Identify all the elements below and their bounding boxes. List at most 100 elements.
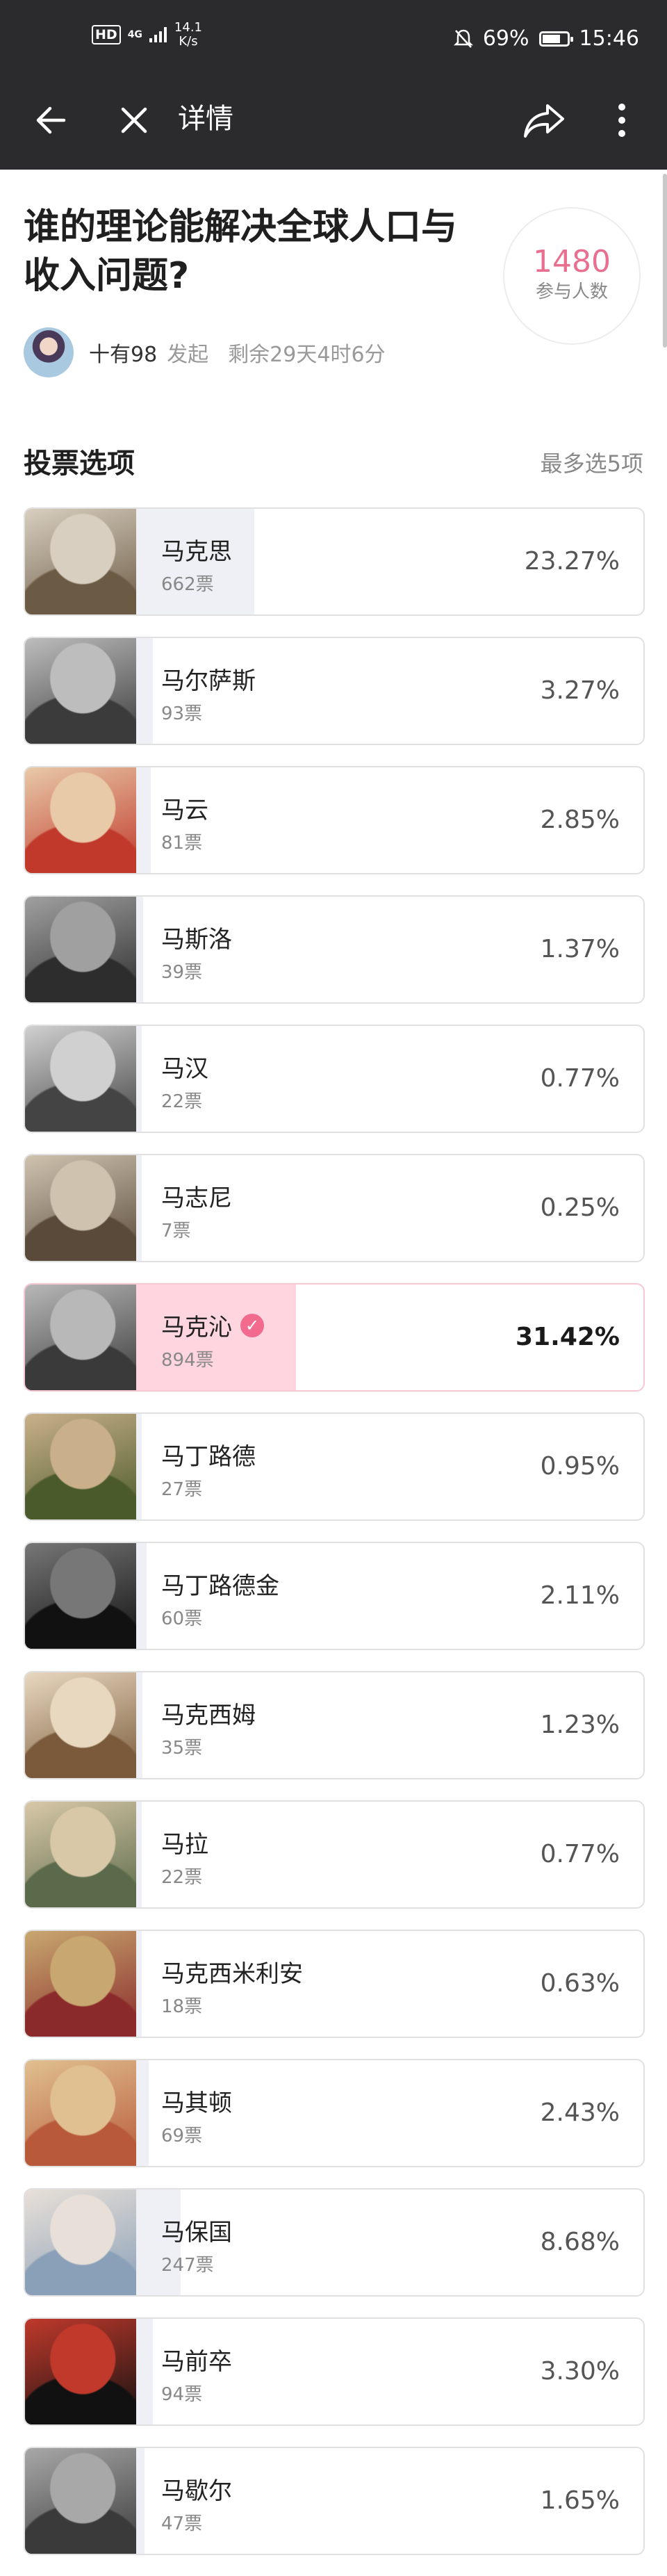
vote-share-bar (136, 897, 143, 1002)
network-speed-unit: K/s (179, 34, 198, 49)
option-votes: 69票 (161, 2126, 203, 2146)
candidate-photo (25, 1931, 136, 2037)
option-percent: 1.37% (540, 935, 620, 963)
vote-share-bar (136, 1155, 142, 1261)
status-left: HD 4G 14.1 K/s (92, 21, 202, 49)
participant-count-label: 参与人数 (535, 282, 608, 302)
back-arrow-icon[interactable] (33, 103, 68, 138)
vote-option[interactable]: 马其顿 69票 2.43% (24, 2059, 645, 2167)
option-percent: 0.95% (540, 1452, 620, 1481)
candidate-photo (25, 897, 136, 1002)
candidate-photo (25, 1285, 136, 1390)
option-name: 马斯洛 (161, 926, 232, 954)
share-icon[interactable] (522, 101, 566, 139)
vote-option[interactable]: 马斯洛 39票 1.37% (24, 895, 645, 1004)
scrollbar[interactable] (663, 174, 667, 348)
option-votes: 22票 (161, 1867, 203, 1888)
nav-bar: 详情 (0, 76, 667, 170)
vote-option[interactable]: 马云 81票 2.85% (24, 766, 645, 874)
option-votes: 81票 (161, 833, 203, 854)
option-name-row: 马歇尔 (161, 2472, 232, 2506)
vote-share-bar (136, 1543, 147, 1649)
candidate-photo (25, 509, 136, 614)
option-votes: 47票 (161, 2513, 203, 2534)
option-votes: 27票 (161, 1479, 203, 1500)
candidate-photo (25, 2060, 136, 2166)
option-name-row: 马拉 (161, 1825, 208, 1859)
candidate-photo (25, 1672, 136, 1778)
vote-share-bar (136, 2319, 153, 2424)
battery-icon (538, 31, 573, 47)
vote-option[interactable]: 马汉 22票 0.77% (24, 1025, 645, 1133)
more-vertical-icon[interactable] (611, 101, 632, 139)
option-name: 马克西姆 (161, 1702, 256, 1729)
option-name: 马歇尔 (161, 2477, 232, 2505)
vote-share-bar (136, 2060, 149, 2166)
option-name-row: 马丁路德 (161, 1437, 256, 1472)
author-name[interactable]: 十有98 (89, 337, 157, 368)
option-percent: 31.42% (516, 1323, 620, 1351)
vote-option-selected[interactable]: 马克沁 ✓ 894票 31.42% (24, 1283, 645, 1392)
option-name: 马保国 (161, 2219, 232, 2247)
candidate-photo (25, 1543, 136, 1649)
option-votes: 39票 (161, 962, 203, 983)
remaining-time: 剩余29天4时6分 (228, 343, 386, 367)
option-name: 马云 (161, 797, 208, 824)
option-percent: 1.65% (540, 2486, 620, 2515)
participant-count-badge: 1480 参与人数 (503, 207, 641, 345)
signal-bars-icon (149, 27, 167, 42)
option-name: 马汉 (161, 1055, 208, 1083)
vote-option[interactable]: 马丁路德 27票 0.95% (24, 1412, 645, 1521)
option-name-row: 马志尼 (161, 1179, 232, 1213)
vote-option[interactable]: 马保国 247票 8.68% (24, 2188, 645, 2297)
option-votes: 60票 (161, 1608, 203, 1629)
vote-share-bar (136, 638, 153, 744)
option-name: 马其顿 (161, 2089, 232, 2117)
close-icon[interactable] (120, 106, 149, 135)
avatar[interactable] (24, 327, 74, 377)
candidate-photo (25, 2190, 136, 2295)
vote-option[interactable]: 马前卒 94票 3.30% (24, 2317, 645, 2426)
vote-share-bar (136, 1026, 142, 1132)
option-name-row: 马克沁 ✓ (161, 1308, 264, 1342)
option-name: 马尔萨斯 (161, 667, 256, 695)
vote-option[interactable]: 马拉 22票 0.77% (24, 1800, 645, 1909)
vote-option[interactable]: 马克西米利安 18票 0.63% (24, 1930, 645, 2038)
vote-option[interactable]: 马克思 662票 23.27% (24, 507, 645, 616)
hd-badge: HD (92, 25, 121, 44)
candidate-photo (25, 1414, 136, 1519)
vote-option[interactable]: 马丁路德金 60票 2.11% (24, 1542, 645, 1650)
check-icon: ✓ (240, 1313, 264, 1337)
option-votes: 7票 (161, 1221, 191, 1241)
page-title: 详情 (178, 103, 233, 135)
option-name-row: 马保国 (161, 2213, 232, 2247)
option-percent: 0.77% (540, 1840, 620, 1868)
vote-option[interactable]: 马歇尔 47票 1.65% (24, 2447, 645, 2555)
network-speed-value: 14.1 (174, 20, 202, 35)
vote-option[interactable]: 马克西姆 35票 1.23% (24, 1671, 645, 1779)
candidate-photo (25, 767, 136, 873)
option-name-row: 马前卒 (161, 2342, 232, 2377)
option-name: 马克西米利安 (161, 1960, 303, 1988)
option-votes: 18票 (161, 1996, 203, 2017)
candidate-photo (25, 2319, 136, 2424)
launched-label: 发起 (167, 343, 209, 367)
option-name-row: 马克西米利安 (161, 1955, 303, 1989)
option-percent: 2.11% (540, 1581, 620, 1610)
vote-option[interactable]: 马志尼 7票 0.25% (24, 1154, 645, 1262)
battery-percent: 69% (482, 26, 529, 51)
status-bar: HD 4G 14.1 K/s 69% 15:46 (0, 0, 667, 76)
option-name: 马丁路德金 (161, 1572, 279, 1600)
status-right: 69% 15:46 (453, 26, 639, 51)
option-name-row: 马斯洛 (161, 920, 232, 954)
vote-share-bar (136, 2448, 145, 2554)
option-percent: 23.27% (524, 547, 620, 576)
candidate-photo (25, 2448, 136, 2554)
vote-option[interactable]: 马尔萨斯 93票 3.27% (24, 637, 645, 745)
option-name: 马拉 (161, 1831, 208, 1859)
vote-share-bar (136, 1672, 142, 1778)
network-speed: 14.1 K/s (174, 21, 202, 49)
option-votes: 662票 (161, 574, 214, 595)
option-name: 马丁路德 (161, 1443, 256, 1471)
option-name-row: 马云 (161, 791, 208, 825)
